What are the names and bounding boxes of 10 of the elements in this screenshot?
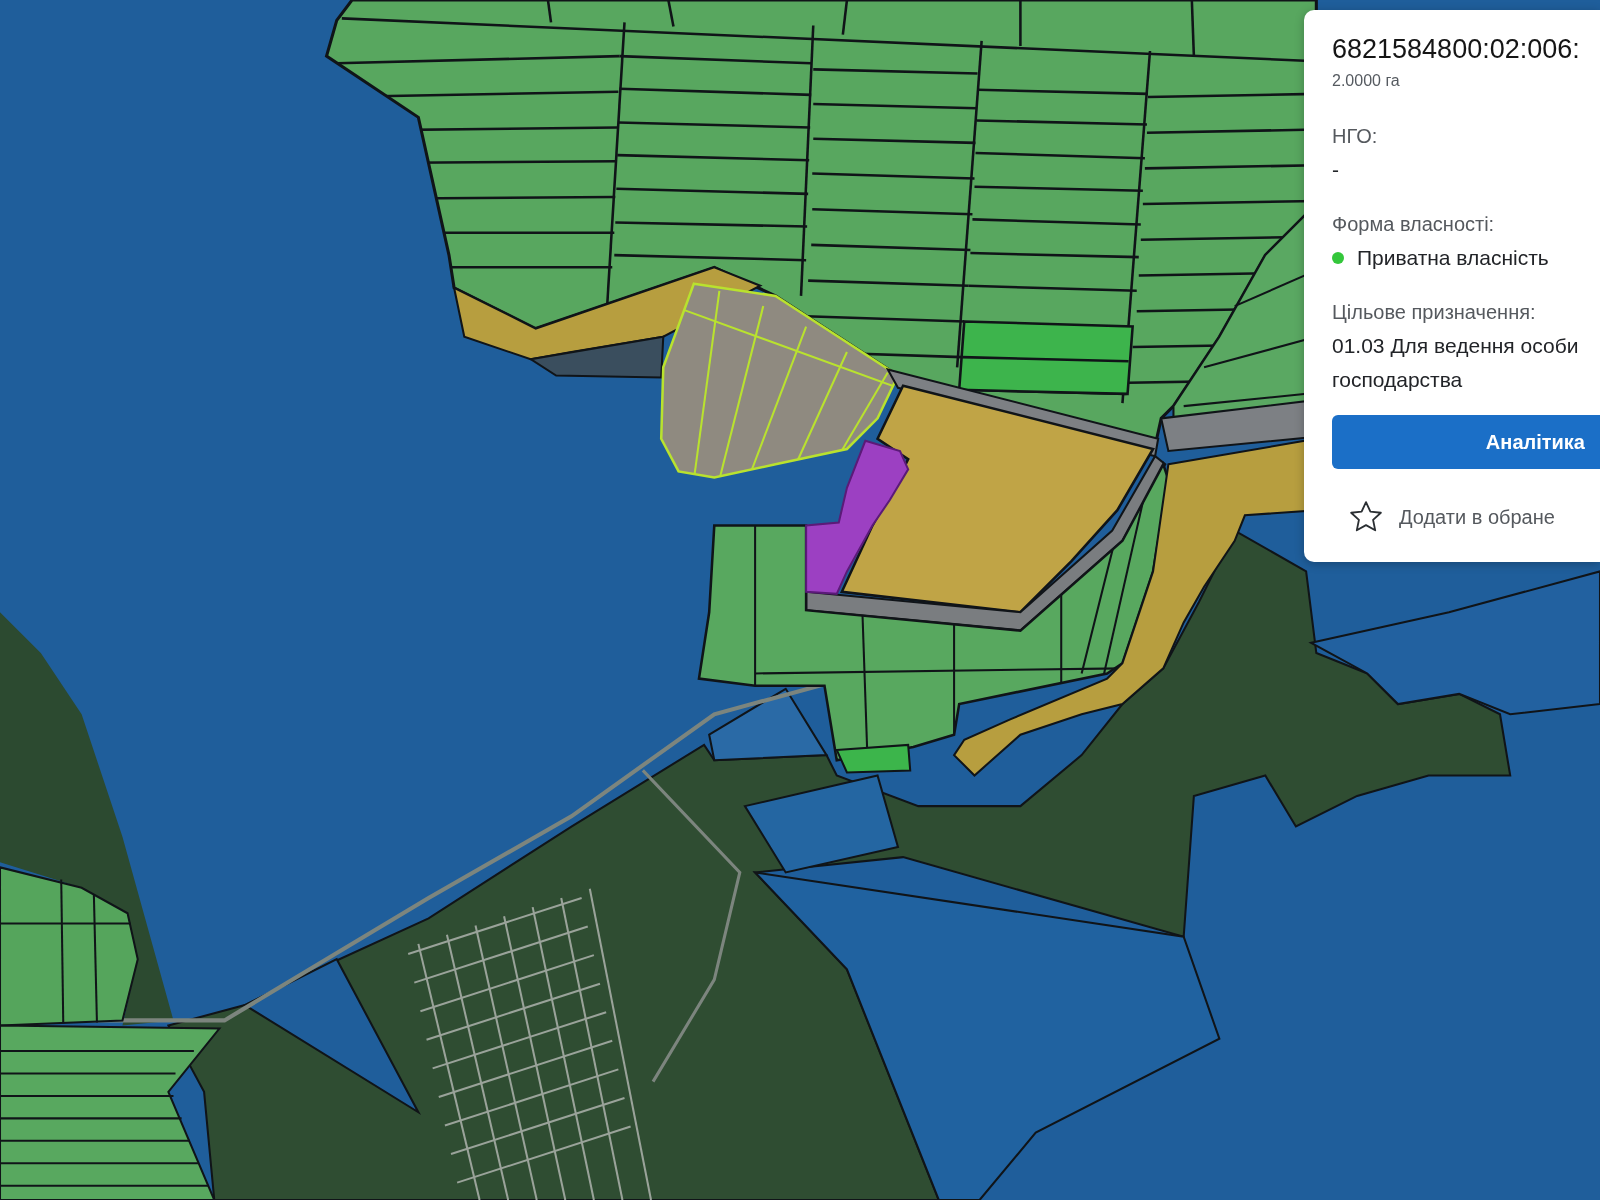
field-label: Форма власності: bbox=[1332, 212, 1496, 237]
field-value: 01.03 Для ведення особи господарства bbox=[1332, 333, 1579, 393]
add-to-favorites-button[interactable]: Додати в обране bbox=[1349, 500, 1555, 534]
analytics-button[interactable]: Аналітика bbox=[1332, 415, 1600, 469]
field-label: НГО: bbox=[1332, 124, 1379, 149]
field-value: Приватна власність bbox=[1357, 245, 1549, 271]
field-label: Цільове призначення: bbox=[1332, 300, 1537, 325]
cadastral-number: 6821584800:02:006: bbox=[1332, 33, 1581, 65]
parcel-area: 2.0000 га bbox=[1332, 71, 1600, 91]
field-value: - bbox=[1332, 157, 1339, 183]
